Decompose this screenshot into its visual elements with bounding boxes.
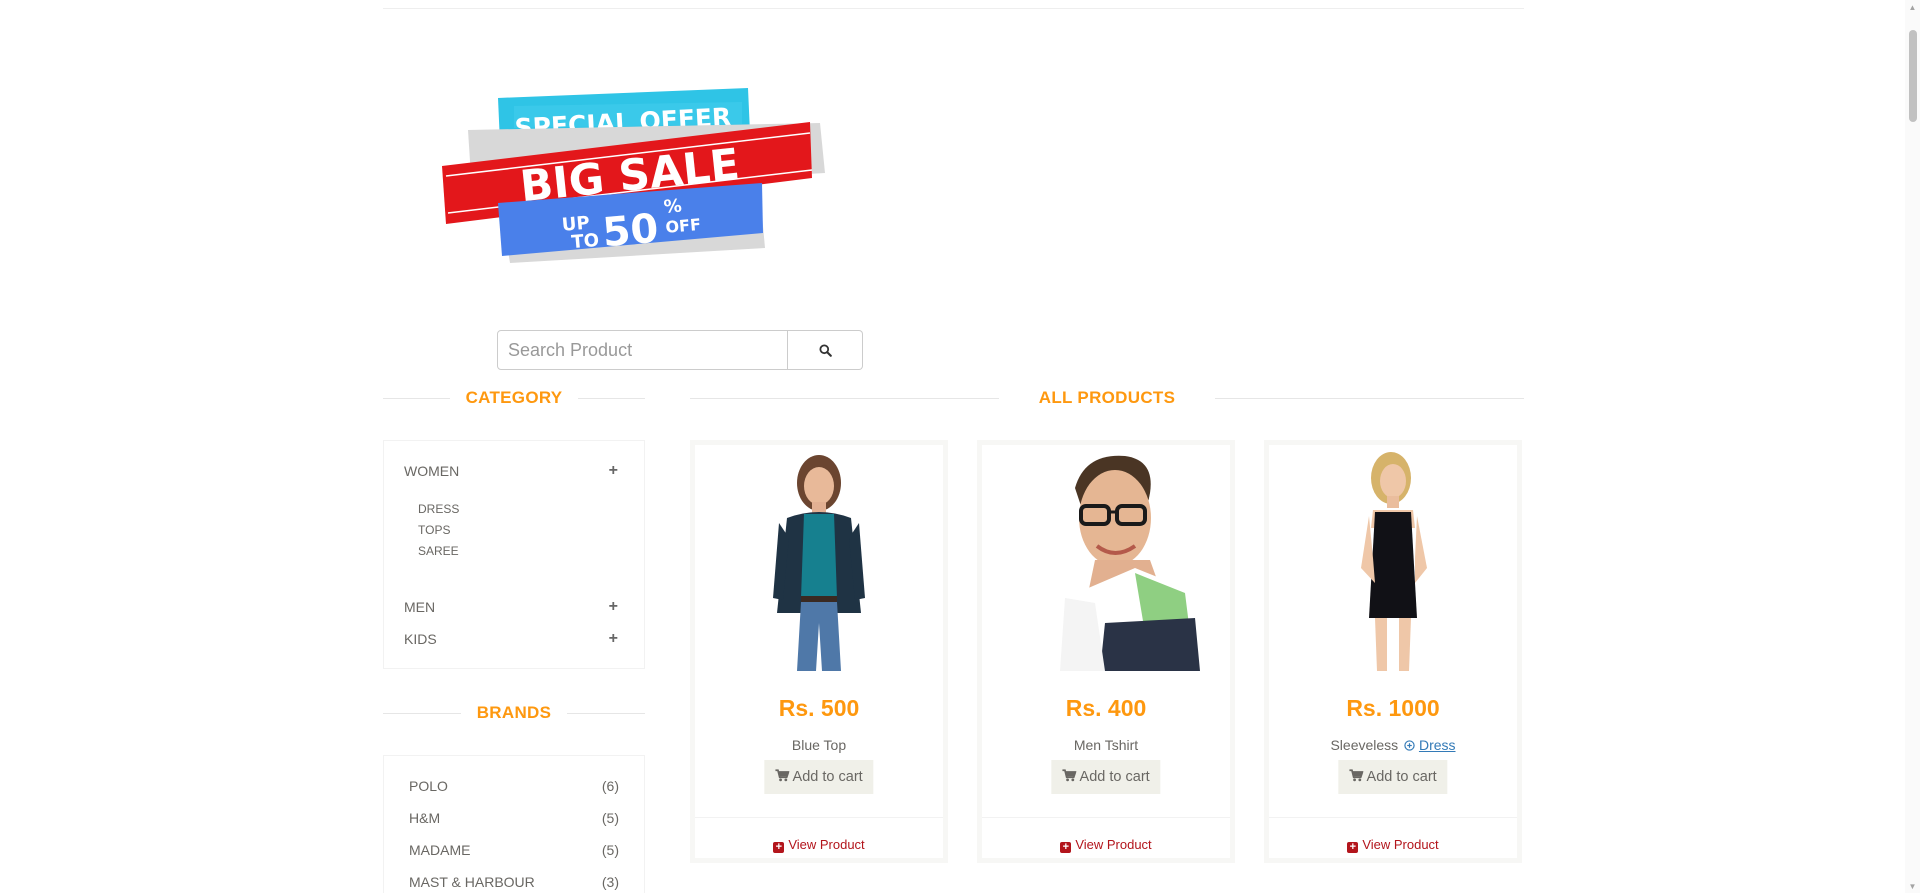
scrollbar-thumb[interactable] bbox=[1909, 30, 1917, 122]
category-men[interactable]: MEN + bbox=[404, 597, 618, 617]
view-product-link[interactable]: + View Product bbox=[1269, 837, 1517, 853]
brand-item[interactable]: H&M (5) bbox=[409, 802, 619, 834]
brands-panel: POLO (6) H&M (5) MADAME (5) MAST & HARBO… bbox=[383, 755, 645, 893]
brand-count: (3) bbox=[601, 874, 619, 890]
brand-count: (5) bbox=[601, 810, 619, 826]
expand-plus-icon[interactable]: + bbox=[609, 462, 618, 480]
search-button[interactable] bbox=[788, 330, 863, 370]
add-to-cart-button[interactable]: Add to cart bbox=[1338, 760, 1448, 794]
brand-item[interactable]: MAST & HARBOUR (3) bbox=[409, 866, 619, 893]
subcategory-dress[interactable]: DRESS bbox=[418, 499, 618, 520]
brand-count: (5) bbox=[601, 842, 619, 858]
add-to-cart-label: Add to cart bbox=[1079, 769, 1150, 785]
shopping-cart-icon bbox=[775, 769, 790, 782]
view-product-label: View Product bbox=[1075, 837, 1152, 852]
svg-text:50: 50 bbox=[601, 206, 660, 257]
svg-text:OFF: OFF bbox=[665, 215, 702, 237]
all-products-heading: ALL PRODUCTS bbox=[690, 388, 1524, 408]
view-product-label: View Product bbox=[1362, 837, 1439, 852]
women-subcategory-list: DRESS TOPS SAREE bbox=[404, 499, 618, 562]
brand-count: (6) bbox=[601, 778, 619, 794]
all-products-title: ALL PRODUCTS bbox=[1038, 388, 1176, 407]
page: SPECIAL OFFER BIG SALE UP TO 50 % OFF Se… bbox=[0, 0, 1920, 893]
vertical-scrollbar[interactable]: ▲ ▼ bbox=[1905, 0, 1920, 893]
product-card: Rs. 1000 Sleeveless Dress Add to cart + V… bbox=[1264, 440, 1522, 863]
brand-name: MADAME bbox=[409, 842, 471, 858]
category-kids[interactable]: KIDS + bbox=[404, 629, 618, 649]
plus-square-icon: + bbox=[773, 842, 785, 853]
product-image bbox=[985, 448, 1227, 671]
category-men-label: MEN bbox=[404, 599, 436, 615]
product-image bbox=[1272, 448, 1514, 671]
product-card: Rs. 400 Men Tshirt Add to cart + View Pro… bbox=[977, 440, 1235, 863]
sale-banner-graphic: SPECIAL OFFER BIG SALE UP TO 50 % OFF bbox=[442, 88, 825, 263]
brand-name: POLO bbox=[409, 778, 448, 794]
big-sale-banner: SPECIAL OFFER BIG SALE UP TO 50 % OFF bbox=[440, 88, 830, 263]
subcategory-saree[interactable]: SAREE bbox=[418, 541, 618, 562]
search-input[interactable] bbox=[497, 330, 788, 370]
product-price: Rs. 500 bbox=[778, 695, 860, 721]
search-icon bbox=[818, 343, 832, 357]
card-divider bbox=[1269, 817, 1517, 818]
category-heading: CATEGORY bbox=[383, 388, 646, 408]
view-product-link[interactable]: + View Product bbox=[695, 837, 943, 853]
view-product-label: View Product bbox=[788, 837, 865, 852]
shopping-cart-icon bbox=[1062, 769, 1077, 782]
product-price: Rs. 400 bbox=[1065, 695, 1147, 721]
man-tshirt-image bbox=[1055, 455, 1200, 671]
woman-sleeveless-dress-image bbox=[1361, 452, 1427, 671]
product-name: Sleeveless bbox=[1330, 737, 1399, 753]
card-divider bbox=[695, 817, 943, 818]
scroll-up-arrow-icon[interactable]: ▲ bbox=[1908, 3, 1917, 12]
category-women[interactable]: WOMEN + bbox=[404, 461, 618, 481]
product-card: Rs. 500 Blue Top Add to cart + View Produ… bbox=[690, 440, 948, 863]
add-to-cart-label: Add to cart bbox=[1366, 769, 1437, 785]
view-product-link[interactable]: + View Product bbox=[982, 837, 1230, 853]
brands-heading: BRANDS bbox=[383, 703, 645, 723]
expand-plus-icon[interactable]: + bbox=[609, 630, 618, 648]
dress-category-link[interactable]: Dress bbox=[1419, 737, 1456, 753]
product-price: Rs. 1000 bbox=[1346, 695, 1440, 721]
header-divider bbox=[383, 8, 1524, 9]
shopping-cart-icon bbox=[1349, 769, 1364, 782]
brand-name: MAST & HARBOUR bbox=[409, 874, 535, 890]
subcategory-tops[interactable]: TOPS bbox=[418, 520, 618, 541]
svg-text:%: % bbox=[663, 195, 683, 217]
add-to-cart-button[interactable]: Add to cart bbox=[1051, 760, 1161, 794]
brand-name: H&M bbox=[409, 810, 441, 826]
product-image bbox=[698, 448, 940, 671]
search-bar bbox=[497, 330, 863, 370]
product-name: Men Tshirt bbox=[1073, 737, 1139, 753]
product-name: Blue Top bbox=[791, 737, 847, 753]
add-to-cart-button[interactable]: Add to cart bbox=[764, 760, 874, 794]
woman-blue-top-image bbox=[773, 455, 865, 671]
svg-text:TO: TO bbox=[571, 230, 600, 253]
category-women-label: WOMEN bbox=[404, 463, 460, 479]
category-panel: WOMEN + DRESS TOPS SAREE MEN + KIDS + bbox=[383, 440, 645, 669]
add-to-cart-label: Add to cart bbox=[792, 769, 863, 785]
expand-plus-icon[interactable]: + bbox=[609, 598, 618, 616]
card-divider bbox=[982, 817, 1230, 818]
brands-title: BRANDS bbox=[476, 703, 552, 722]
plus-circle-icon bbox=[1404, 740, 1415, 751]
product-name-row: Sleeveless Dress bbox=[1269, 737, 1517, 753]
brand-item[interactable]: MADAME (5) bbox=[409, 834, 619, 866]
category-title: CATEGORY bbox=[465, 388, 563, 407]
plus-square-icon: + bbox=[1347, 842, 1359, 853]
plus-square-icon: + bbox=[1060, 842, 1072, 853]
category-kids-label: KIDS bbox=[404, 631, 437, 647]
brand-item[interactable]: POLO (6) bbox=[409, 770, 619, 802]
scroll-down-arrow-icon[interactable]: ▼ bbox=[1908, 882, 1917, 891]
